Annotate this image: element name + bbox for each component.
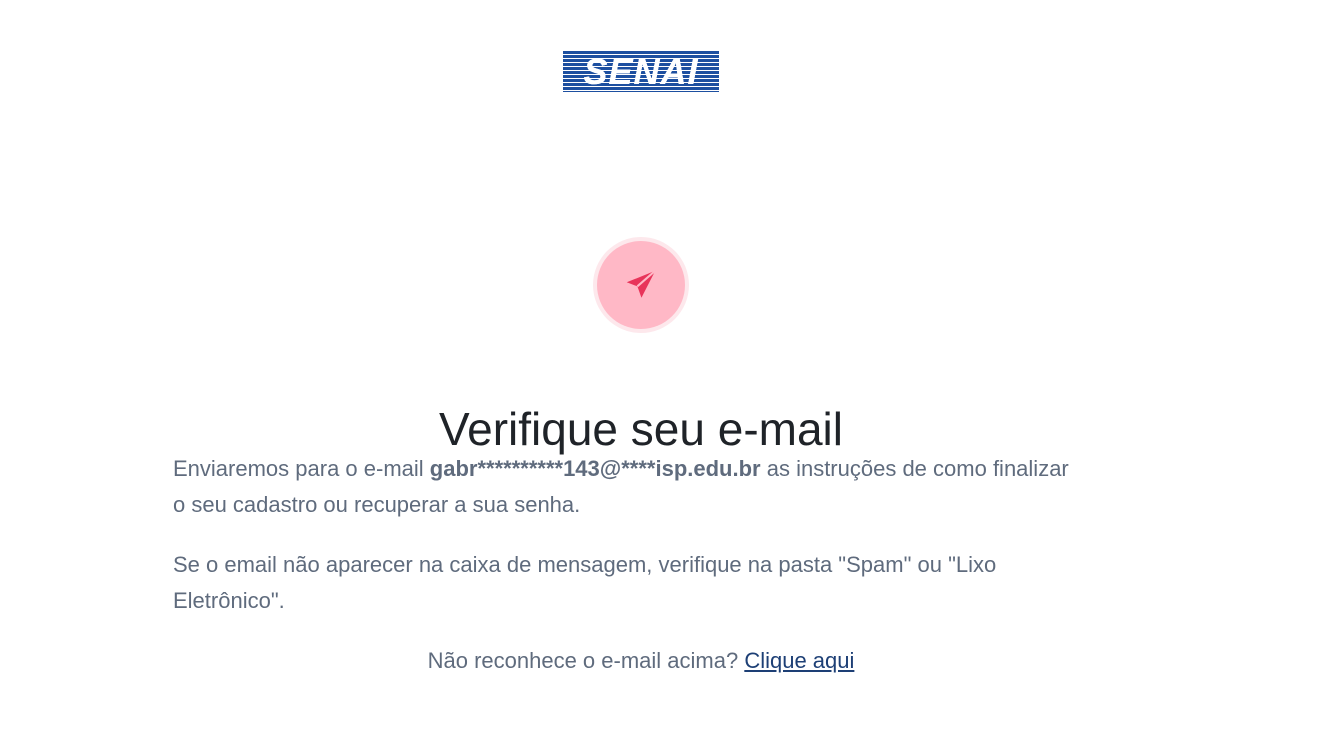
hero-icon-ring <box>593 237 689 333</box>
masked-email: gabr**********143@****isp.edu.br <box>429 456 761 481</box>
page-title: Verifique seu e-mail <box>439 402 843 455</box>
message-prefix: Enviaremos para o e-mail <box>173 456 430 481</box>
click-here-link[interactable]: Clique aqui <box>744 648 854 673</box>
paper-plane-icon <box>626 269 656 298</box>
spam-notice: Se o email não aparecer na caixa de mens… <box>173 552 997 613</box>
footer-question: Não reconhece o e-mail acima? <box>427 648 745 673</box>
senai-logo: SENAI <box>563 51 719 92</box>
unrecognized-email-line: Não reconhece o e-mail acima? Clique aqu… <box>0 643 1282 679</box>
hero-icon-circle <box>597 241 685 329</box>
email-sent-message: Enviaremos para o e-mail gabr**********1… <box>173 451 1073 523</box>
logo-text: SENAI <box>583 51 699 92</box>
verify-email-page: SENAI Verifique seu e-mail Enviaremos pa… <box>0 0 1338 739</box>
